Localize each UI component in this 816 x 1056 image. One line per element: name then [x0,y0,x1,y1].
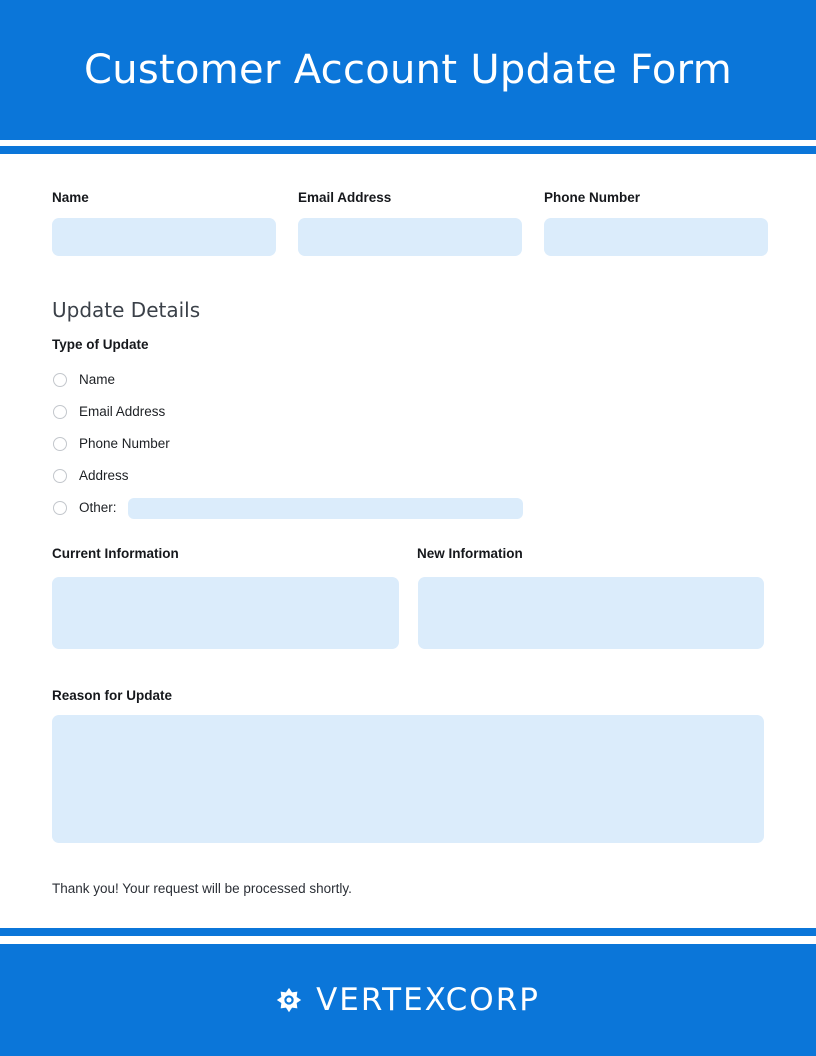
footer-accent-rule [0,928,816,936]
radio-option-email-address[interactable]: Email Address [53,396,533,428]
section-heading-update-details: Update Details [52,298,201,322]
radio-option-other[interactable]: Other: [53,492,533,524]
update-type-radio-group: Name Email Address Phone Number Address … [53,364,533,524]
radio-icon[interactable] [53,501,67,515]
field-label-email: Email Address [298,190,392,205]
email-input[interactable] [298,218,522,257]
gear-star-icon [276,987,302,1013]
radio-icon[interactable] [53,373,67,387]
radio-label: Name [79,372,116,388]
radio-label: Address [79,468,129,484]
name-input[interactable] [52,218,276,257]
field-phone: Phone Number [544,190,768,257]
information-comparison-row: Current Information New Information [52,546,764,649]
field-label-name: Name [52,190,89,205]
form-page: Customer Account Update Form Name Email … [0,0,816,1056]
contact-fields-row: Name Email Address Phone Number [52,190,768,257]
label-new-information: New Information [417,546,523,561]
label-reason-for-update: Reason for Update [52,688,173,703]
page-footer: VERTEXCORP [0,944,816,1056]
information-inputs [52,577,764,649]
reason-for-update-textarea[interactable] [52,715,764,844]
radio-option-phone-number[interactable]: Phone Number [53,428,533,460]
radio-icon[interactable] [53,405,67,419]
field-email: Email Address [298,190,522,257]
page-title: Customer Account Update Form [84,47,732,93]
label-type-of-update: Type of Update [52,337,149,352]
radio-icon[interactable] [53,469,67,483]
confirmation-note: Thank you! Your request will be processe… [52,881,352,896]
label-current-information: Current Information [52,546,179,561]
field-name: Name [52,190,276,257]
new-information-textarea[interactable] [418,577,764,649]
header-accent-rule [0,146,816,154]
radio-label: Phone Number [79,436,170,452]
brand-logo: VERTEXCORP [276,981,540,1018]
radio-option-name[interactable]: Name [53,364,533,396]
form-body: Name Email Address Phone Number Update D… [0,154,816,926]
field-label-phone: Phone Number [544,190,641,205]
radio-label: Email Address [79,404,166,420]
radio-label: Other: [79,500,117,516]
radio-icon[interactable] [53,437,67,451]
current-information-textarea[interactable] [52,577,399,649]
page-header: Customer Account Update Form [0,0,816,140]
information-labels: Current Information New Information [52,546,764,566]
phone-input[interactable] [544,218,768,257]
reason-for-update-block: Reason for Update [52,688,764,844]
radio-option-address[interactable]: Address [53,460,533,492]
brand-name: VERTEXCORP [316,981,540,1018]
other-text-input[interactable] [127,497,523,519]
